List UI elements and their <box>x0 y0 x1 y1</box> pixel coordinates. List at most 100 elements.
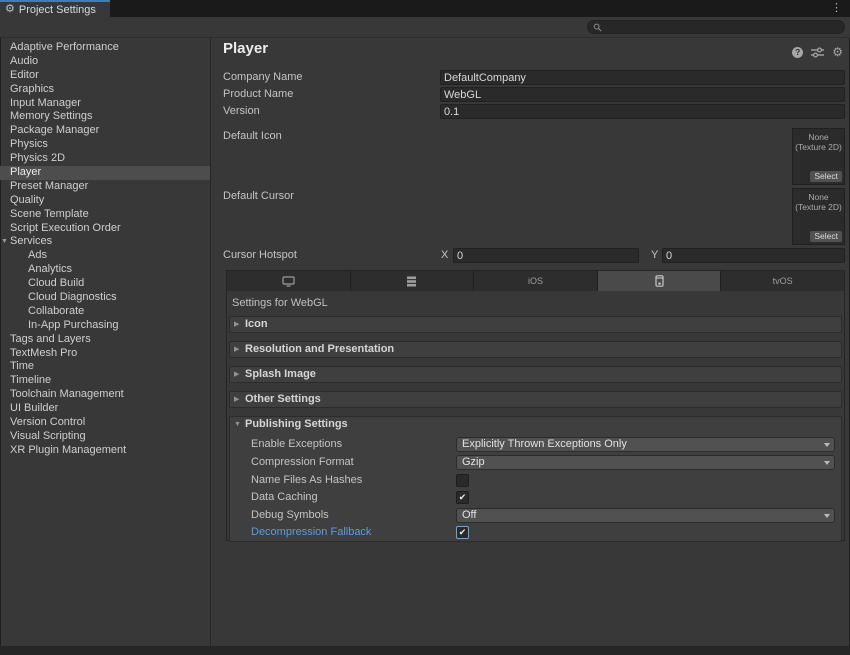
sidebar-item-memory-settings[interactable]: Memory Settings <box>0 110 210 124</box>
section-other-settings[interactable]: ▶ Other Settings <box>229 391 842 408</box>
dropdown-arrow-icon <box>824 461 830 465</box>
tab-dedicated-server[interactable] <box>351 271 475 291</box>
sidebar-item-ui-builder[interactable]: UI Builder <box>0 402 210 416</box>
section-title: Resolution and Presentation <box>245 343 394 355</box>
search-input[interactable] <box>602 22 844 33</box>
dropdown-arrow-icon <box>824 514 830 518</box>
gear-icon[interactable]: ⚙ <box>832 46 843 58</box>
sidebar-item-editor[interactable]: Editor <box>0 69 210 83</box>
sidebar-item-toolchain-management[interactable]: Toolchain Management <box>0 388 210 402</box>
compression-format-row: Compression Format Gzip <box>230 455 841 471</box>
select-button[interactable]: Select <box>810 171 842 182</box>
publishing-settings-header[interactable]: ▼ Publishing Settings <box>230 417 841 434</box>
hotspot-y-input[interactable] <box>662 248 845 263</box>
sidebar-item-preset-manager[interactable]: Preset Manager <box>0 180 210 194</box>
settings-for-label: Settings for WebGL <box>232 297 328 309</box>
player-settings-panel: Player ? ⚙ Company Name Product Name Ver… <box>212 38 850 646</box>
platform-settings-box: iOS tvOS Settings for WebGL <box>226 270 845 541</box>
window-tab-title: Project Settings <box>19 4 96 16</box>
sidebar-item-timeline[interactable]: Timeline <box>0 374 210 388</box>
section-title: Publishing Settings <box>245 418 348 430</box>
sidebar-item-cloud-diagnostics[interactable]: Cloud Diagnostics <box>0 291 210 305</box>
search-icon <box>593 23 602 32</box>
sidebar-item-input-manager[interactable]: Input Manager <box>0 97 210 111</box>
server-icon <box>406 276 417 287</box>
webgl-icon <box>655 275 664 287</box>
sidebar-item-analytics[interactable]: Analytics <box>0 263 210 277</box>
texture-none-text: None (Texture 2D) <box>793 192 844 212</box>
company-name-input[interactable] <box>440 70 845 85</box>
sidebar-item-xr-plugin-management[interactable]: XR Plugin Management <box>0 444 210 458</box>
debug-symbols-label: Debug Symbols <box>251 509 329 521</box>
content-area: Adaptive Performance Audio Editor Graphi… <box>0 38 850 646</box>
select-button[interactable]: Select <box>810 231 842 242</box>
name-files-as-hashes-checkbox[interactable] <box>456 474 469 487</box>
decompression-fallback-checkbox[interactable]: ✔ <box>456 526 469 539</box>
name-files-as-hashes-label: Name Files As Hashes <box>251 474 362 486</box>
tab-tvos[interactable]: tvOS <box>721 271 844 291</box>
section-title: Splash Image <box>245 368 316 380</box>
sidebar-item-visual-scripting[interactable]: Visual Scripting <box>0 430 210 444</box>
sidebar-item-graphics[interactable]: Graphics <box>0 83 210 97</box>
sidebar-item-quality[interactable]: Quality <box>0 194 210 208</box>
sidebar-item-package-manager[interactable]: Package Manager <box>0 124 210 138</box>
sidebar-item-tags-and-layers[interactable]: Tags and Layers <box>0 333 210 347</box>
ios-tab-label: iOS <box>528 276 543 286</box>
sidebar-item-scene-template[interactable]: Scene Template <box>0 208 210 222</box>
section-icon[interactable]: ▶ Icon <box>229 316 842 333</box>
enable-exceptions-dropdown[interactable]: Explicitly Thrown Exceptions Only <box>456 437 835 452</box>
tab-project-settings[interactable]: ⚙ Project Settings <box>0 0 110 17</box>
debug-symbols-row: Debug Symbols Off <box>230 508 841 524</box>
tab-ios[interactable]: iOS <box>474 271 598 291</box>
default-icon-picker[interactable]: None (Texture 2D) Select <box>792 128 845 185</box>
sidebar-item-ads[interactable]: Ads <box>0 249 210 263</box>
foldout-open-icon: ▼ <box>234 417 241 433</box>
foldout-closed-icon: ▶ <box>234 342 239 358</box>
sidebar-item-label: Services <box>10 235 52 247</box>
sidebar-item-adaptive-performance[interactable]: Adaptive Performance <box>0 41 210 55</box>
cursor-hotspot-label: Cursor Hotspot <box>223 249 297 261</box>
debug-symbols-dropdown[interactable]: Off <box>456 508 835 523</box>
foldout-open-icon[interactable]: ▼ <box>1 235 8 249</box>
search-field[interactable] <box>587 20 845 34</box>
check-icon: ✔ <box>459 527 467 537</box>
product-name-input[interactable] <box>440 87 845 102</box>
sidebar-item-physics-2d[interactable]: Physics 2D <box>0 152 210 166</box>
section-splash-image[interactable]: ▶ Splash Image <box>229 366 842 383</box>
foldout-closed-icon: ▶ <box>234 367 239 383</box>
window-tab-strip: ⚙ Project Settings ⋮ <box>0 0 850 17</box>
sidebar-item-time[interactable]: Time <box>0 360 210 374</box>
default-cursor-picker[interactable]: None (Texture 2D) Select <box>792 188 845 245</box>
data-caching-checkbox[interactable]: ✔ <box>456 491 469 504</box>
sidebar-item-script-execution-order[interactable]: Script Execution Order <box>0 222 210 236</box>
decompression-fallback-label: Decompression Fallback <box>251 526 371 538</box>
project-settings-window: ⚙ Project Settings ⋮ Adaptive Performanc… <box>0 0 850 655</box>
section-resolution-and-presentation[interactable]: ▶ Resolution and Presentation <box>229 341 842 358</box>
version-input[interactable] <box>440 104 845 119</box>
sidebar-item-in-app-purchasing[interactable]: In-App Purchasing <box>0 319 210 333</box>
settings-sidebar: Adaptive Performance Audio Editor Graphi… <box>0 38 211 646</box>
dropdown-value: Gzip <box>462 456 485 468</box>
sidebar-item-collaborate[interactable]: Collaborate <box>0 305 210 319</box>
preset-icon[interactable] <box>811 47 824 58</box>
sidebar-item-services[interactable]: ▼ Services <box>0 235 210 249</box>
sidebar-item-cloud-build[interactable]: Cloud Build <box>0 277 210 291</box>
sidebar-item-physics[interactable]: Physics <box>0 138 210 152</box>
monitor-icon <box>282 276 295 287</box>
sidebar-item-version-control[interactable]: Version Control <box>0 416 210 430</box>
data-caching-row: Data Caching ✔ <box>230 490 841 506</box>
page-title: Player <box>223 40 268 57</box>
dropdown-value: Off <box>462 509 476 521</box>
help-icon[interactable]: ? <box>792 47 803 58</box>
decompression-fallback-row: Decompression Fallback ✔ <box>230 525 841 541</box>
hotspot-x-input[interactable] <box>453 248 639 263</box>
sidebar-item-textmesh-pro[interactable]: TextMesh Pro <box>0 347 210 361</box>
window-menu-kebab-icon[interactable]: ⋮ <box>831 1 842 16</box>
tab-webgl[interactable] <box>598 271 722 291</box>
compression-format-dropdown[interactable]: Gzip <box>456 455 835 470</box>
sidebar-item-audio[interactable]: Audio <box>0 55 210 69</box>
settings-gear-icon: ⚙ <box>5 3 15 16</box>
tvos-tab-label: tvOS <box>773 276 793 286</box>
sidebar-item-player[interactable]: Player <box>0 166 210 180</box>
tab-standalone[interactable] <box>227 271 351 291</box>
